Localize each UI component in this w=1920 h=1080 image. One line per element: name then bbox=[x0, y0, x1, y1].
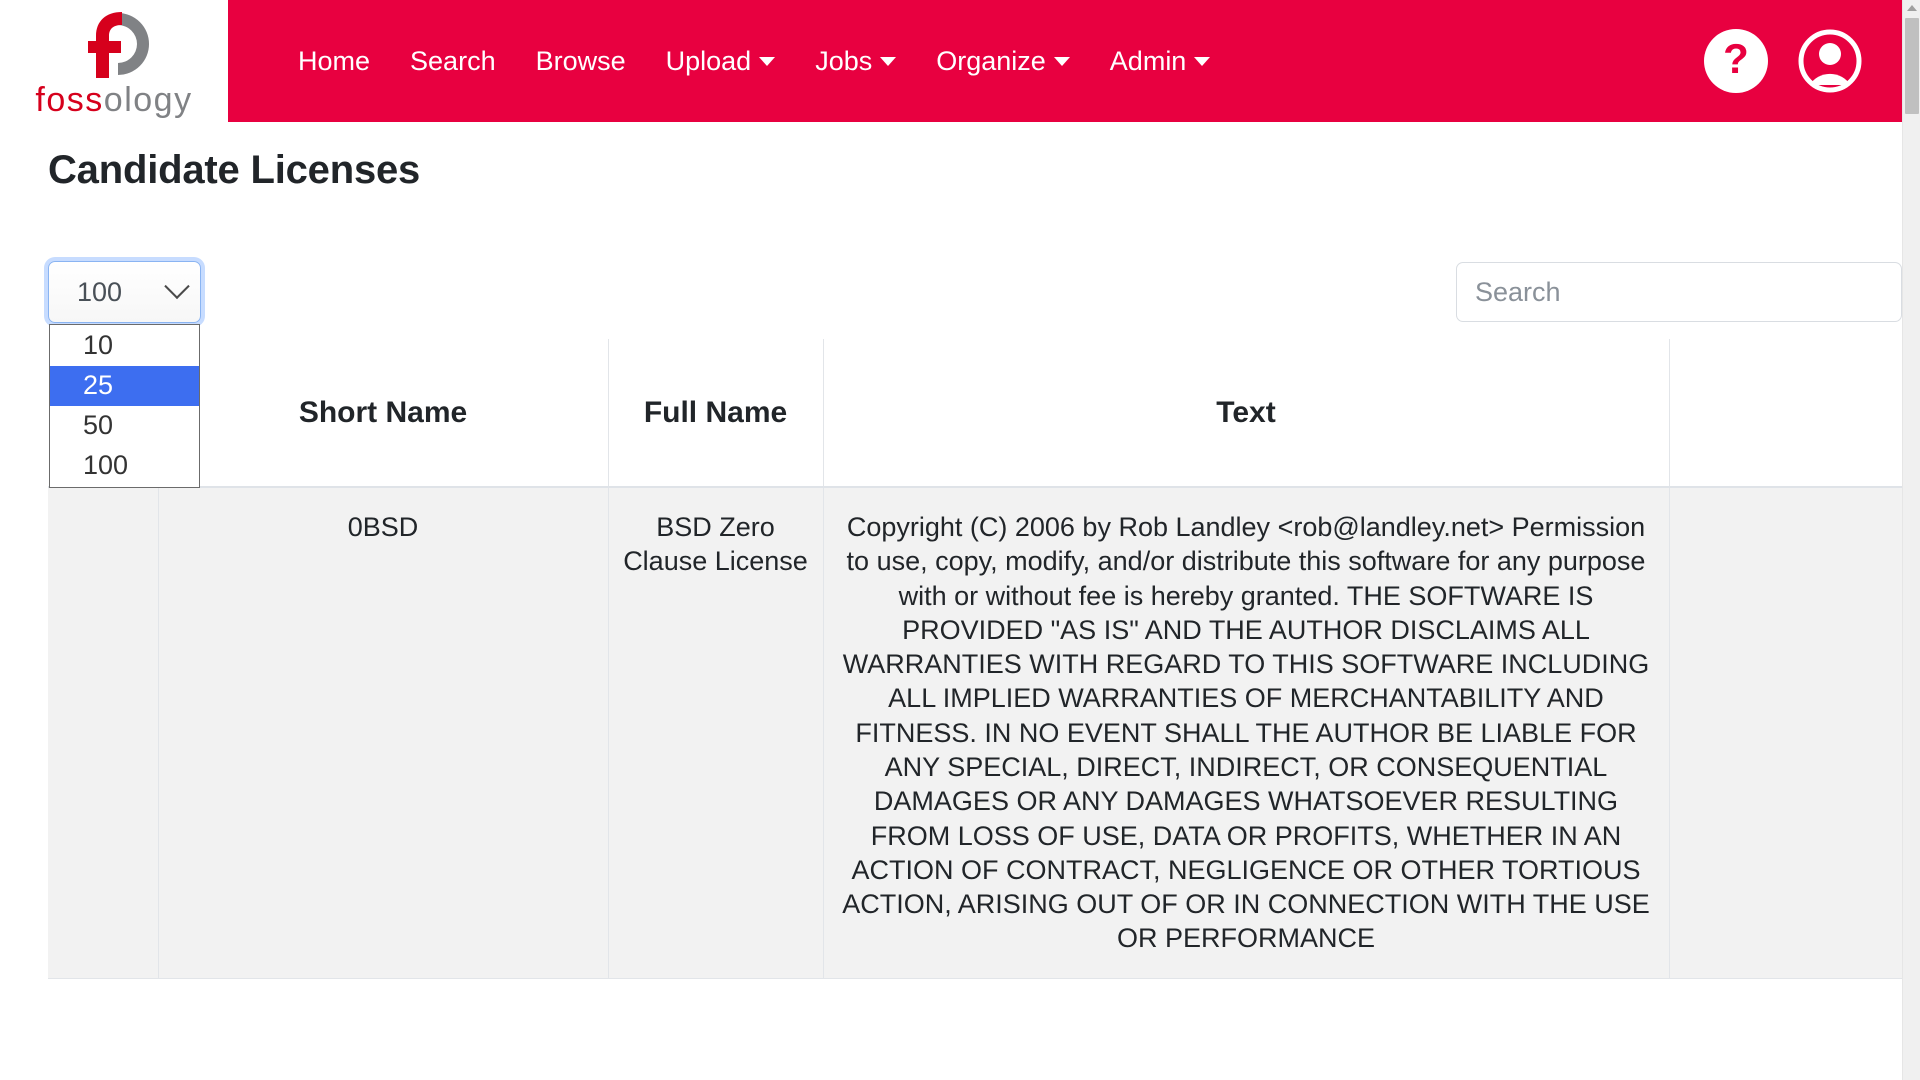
nav-item-upload-label: Upload bbox=[665, 45, 752, 76]
search-wrapper bbox=[1456, 261, 1902, 322]
chevron-down-icon bbox=[1194, 56, 1211, 66]
chevron-down-icon bbox=[164, 273, 190, 300]
cell-checkbox[interactable] bbox=[48, 486, 159, 979]
nav-item-admin[interactable]: Admin bbox=[1090, 38, 1231, 85]
cell-short-name: 0BSD bbox=[157, 486, 609, 979]
brand-wordmark: fossology bbox=[35, 83, 192, 117]
top-navbar: fossology Home Search Browse Upload Jobs bbox=[0, 0, 1920, 122]
chevron-down-icon bbox=[1053, 56, 1070, 66]
licenses-table-container: Short Name Full Name Text 0BSD BSD Zero … bbox=[0, 339, 1920, 979]
cell-full-name: BSD Zero Clause License bbox=[607, 486, 824, 979]
candidate-licenses-table: Short Name Full Name Text 0BSD BSD Zero … bbox=[48, 339, 1902, 979]
chevron-down-icon bbox=[759, 56, 776, 66]
column-header-short-name[interactable]: Short Name bbox=[157, 339, 609, 488]
brand-word-part2: ology bbox=[103, 81, 193, 119]
nav-item-search-label: Search bbox=[410, 45, 496, 76]
scrollbar-thumb[interactable] bbox=[1905, 18, 1919, 114]
page-length-select[interactable]: 100 bbox=[48, 261, 201, 323]
nav-item-home-label: Home bbox=[298, 45, 371, 76]
page-length-option-25[interactable]: 25 bbox=[50, 366, 199, 406]
help-glyph: ? bbox=[1723, 35, 1749, 82]
fossology-f-circle-logo-icon bbox=[66, 7, 162, 81]
column-header-full-name[interactable]: Full Name bbox=[607, 339, 824, 488]
nav-item-jobs-label: Jobs bbox=[815, 45, 873, 76]
nav-item-home[interactable]: Home bbox=[278, 38, 390, 85]
page-length-option-50[interactable]: 50 bbox=[50, 406, 199, 446]
brand-word-part1: foss bbox=[35, 81, 104, 119]
scroll-up-arrow-icon[interactable] bbox=[1906, 5, 1917, 11]
brand-logo[interactable]: fossology bbox=[0, 0, 228, 122]
search-input[interactable] bbox=[1456, 262, 1902, 322]
user-account-circle-icon[interactable] bbox=[1798, 29, 1862, 93]
table-row: 0BSD BSD Zero Clause License Copyright (… bbox=[48, 486, 1902, 979]
nav-item-organize[interactable]: Organize bbox=[916, 38, 1090, 85]
table-body: 0BSD BSD Zero Clause License Copyright (… bbox=[48, 486, 1902, 979]
nav-item-jobs[interactable]: Jobs bbox=[795, 38, 916, 85]
nav-item-admin-label: Admin bbox=[1109, 45, 1187, 76]
page-scrollbar[interactable] bbox=[1902, 0, 1920, 1080]
question-mark-circle-icon[interactable]: ? bbox=[1704, 29, 1768, 93]
nav-item-organize-label: Organize bbox=[936, 45, 1046, 76]
cell-actions bbox=[1668, 486, 1902, 979]
chevron-down-icon bbox=[880, 56, 897, 66]
nav-item-browse[interactable]: Browse bbox=[516, 38, 646, 85]
column-header-actions[interactable] bbox=[1668, 339, 1902, 488]
page-content: Candidate Licenses 100 10 25 50 100 Sear… bbox=[0, 148, 1920, 979]
table-controls: 100 10 25 50 100 bbox=[0, 261, 1920, 488]
nav-item-browse-label: Browse bbox=[535, 45, 626, 76]
nav-links: Home Search Browse Upload Jobs Organize bbox=[278, 38, 1230, 85]
table-header-row: Short Name Full Name Text bbox=[48, 339, 1902, 488]
nav-item-search[interactable]: Search bbox=[390, 38, 516, 85]
page-length-option-100[interactable]: 100 bbox=[50, 446, 199, 486]
page-title: Candidate Licenses bbox=[48, 148, 421, 192]
page-length-selected-value: 100 bbox=[77, 276, 123, 307]
navbar-red-bar: Home Search Browse Upload Jobs Organize bbox=[228, 0, 1920, 122]
table-header: Short Name Full Name Text bbox=[48, 339, 1902, 488]
column-header-text[interactable]: Text bbox=[822, 339, 1670, 488]
navbar-actions: ? bbox=[1704, 29, 1920, 93]
page-length-option-10[interactable]: 10 bbox=[50, 326, 199, 366]
page-length-select-wrapper: 100 10 25 50 100 bbox=[48, 261, 201, 488]
page-length-option-list[interactable]: 10 25 50 100 bbox=[49, 324, 200, 488]
cell-license-text: Copyright (C) 2006 by Rob Landley <rob@l… bbox=[822, 486, 1670, 979]
nav-item-upload[interactable]: Upload bbox=[646, 38, 796, 85]
